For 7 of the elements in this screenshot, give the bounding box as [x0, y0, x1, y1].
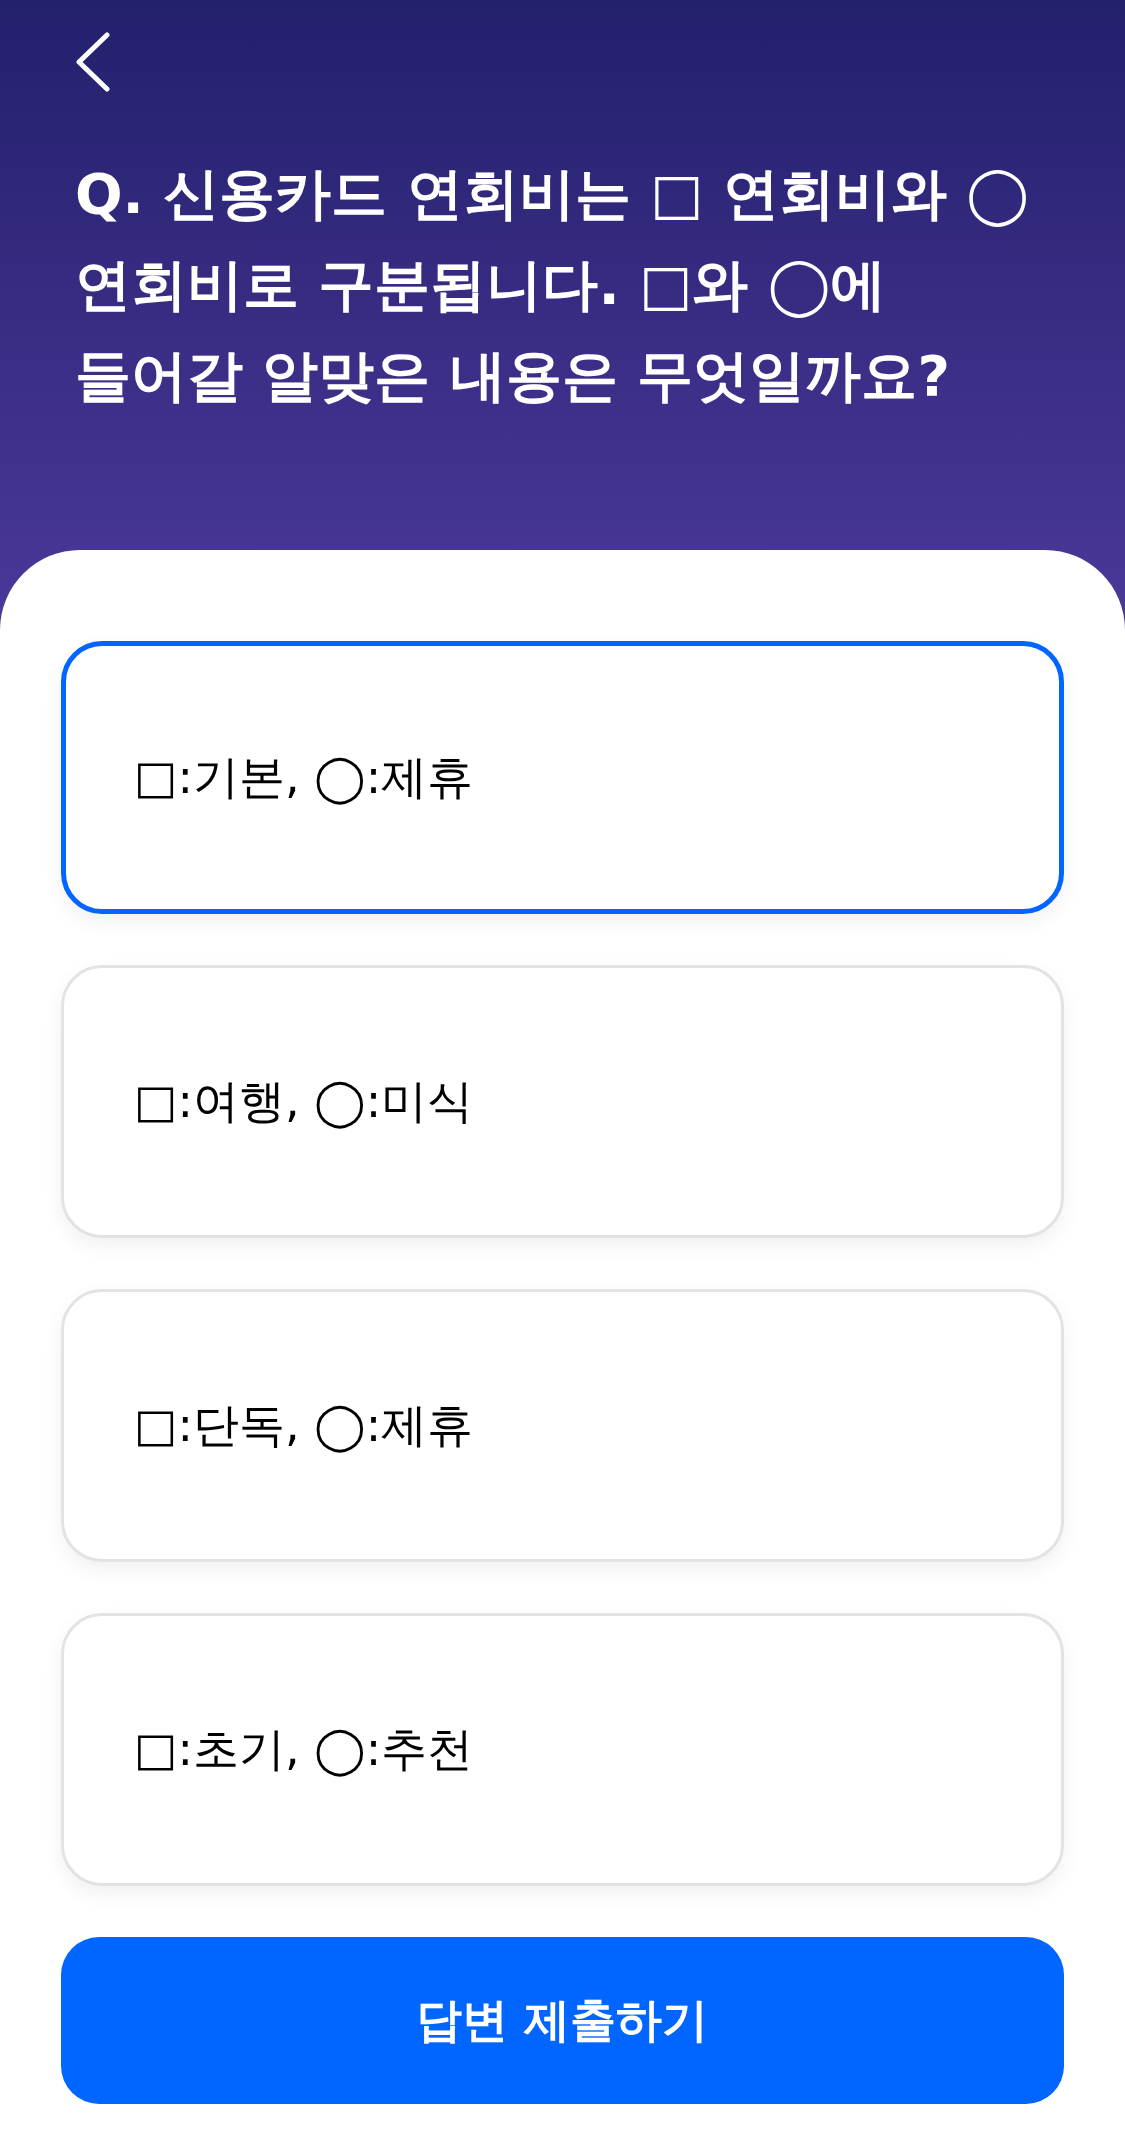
answer-option[interactable]: □:초기, ◯:추천: [61, 1613, 1064, 1886]
back-icon: [75, 32, 111, 92]
answer-option[interactable]: □:단독, ◯:제휴: [61, 1289, 1064, 1562]
answer-option[interactable]: □:기본, ◯:제휴: [61, 641, 1064, 914]
submit-button[interactable]: 답변 제출하기: [61, 1937, 1064, 2104]
answer-option[interactable]: □:여행, ◯:미식: [61, 965, 1064, 1238]
question-text: Q. 신용카드 연회비는 □ 연회비와 ◯ 연회비로 구분됩니다. □와 ◯에 들어갈 알맞은 내용은 무엇일까요?: [75, 160, 1030, 410]
